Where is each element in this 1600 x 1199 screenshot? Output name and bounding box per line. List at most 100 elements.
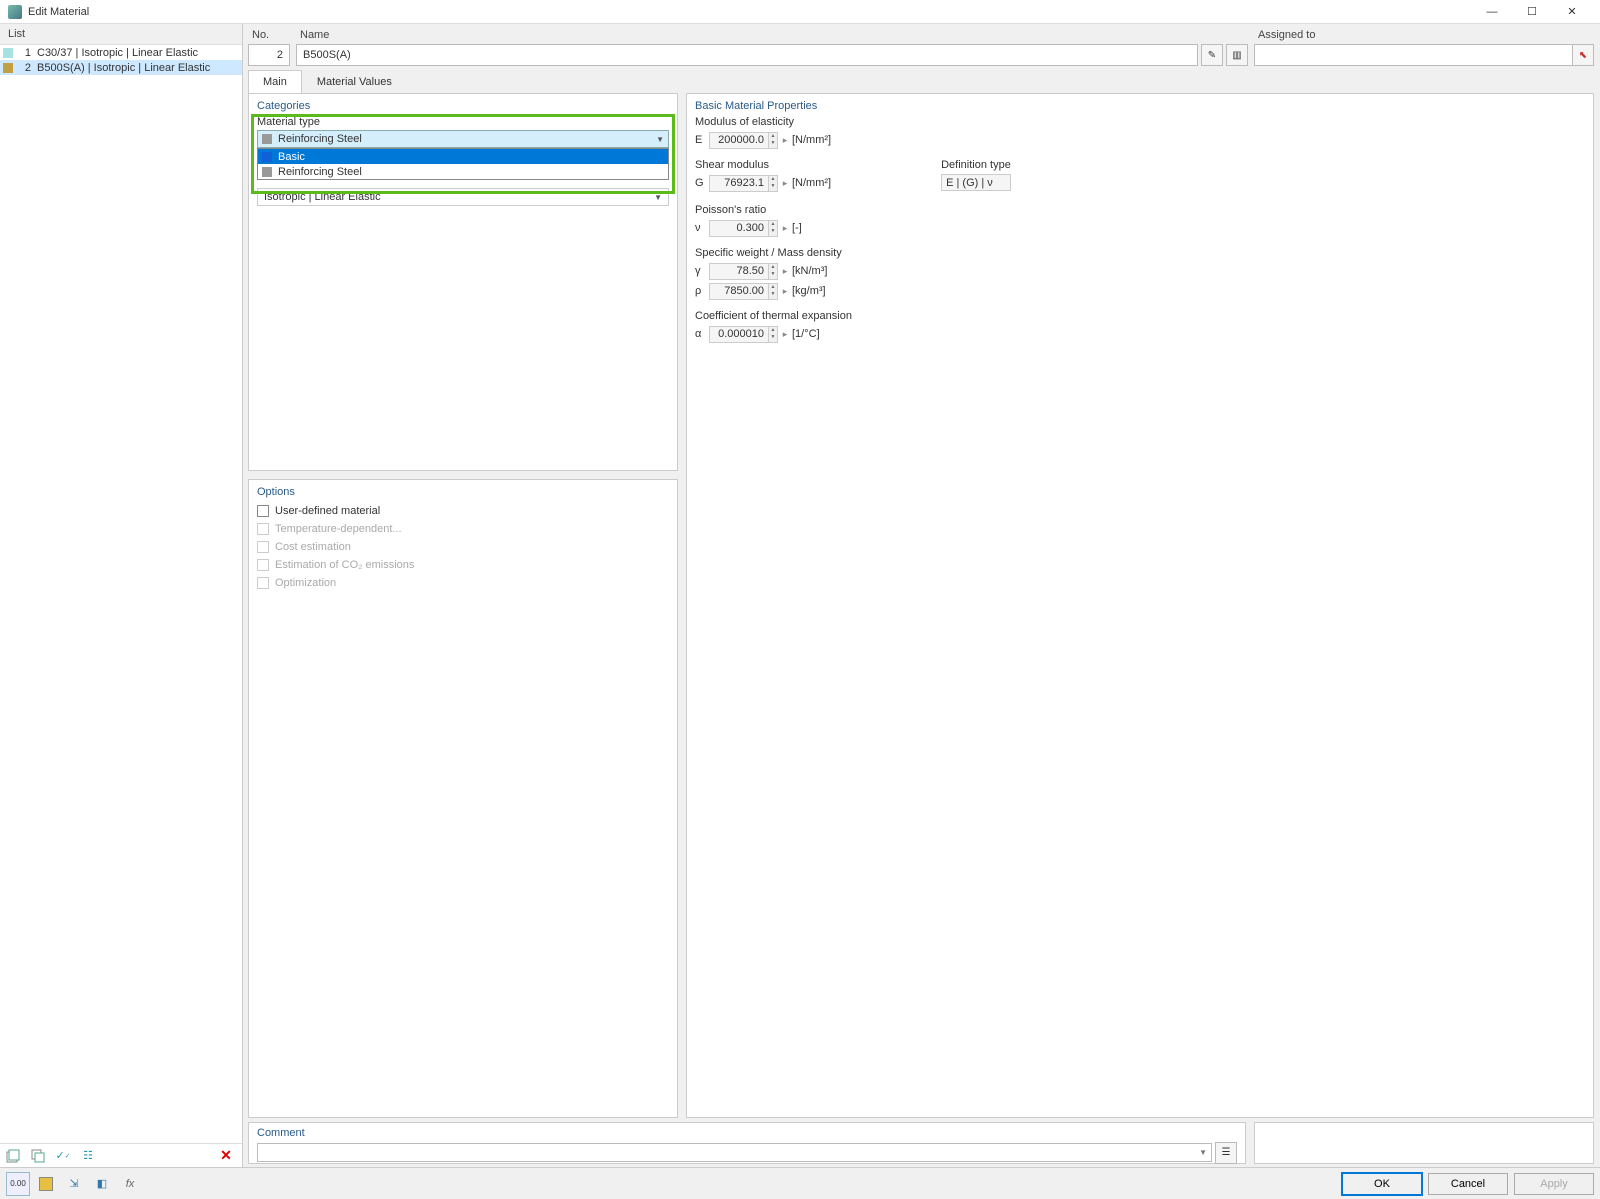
list-toolbar: ✓✓ ☷ ✕ — [0, 1143, 242, 1167]
combo-value: Reinforcing Steel — [278, 133, 656, 145]
spinner[interactable]: ▲▼ — [769, 175, 778, 192]
thermal-input[interactable]: 0.000010 — [709, 326, 769, 343]
arrow-icon[interactable]: ▸ — [780, 266, 790, 277]
poisson-unit: [-] — [792, 222, 802, 234]
weight-input[interactable]: 78.50 — [709, 263, 769, 280]
modulus-unit: [N/mm²] — [792, 134, 831, 146]
right-panel: No. 2 Name B500S(A) ✎ ▥ Assigned to ⬉ — [243, 24, 1600, 1167]
density-symbol: ρ — [695, 285, 709, 297]
tab-material-values[interactable]: Material Values — [302, 70, 407, 93]
option-label: Estimation of CO₂ emissions — [275, 559, 414, 571]
spinner[interactable]: ▲▼ — [769, 132, 778, 149]
tool3-icon[interactable]: ⇲ — [62, 1172, 86, 1196]
comment-input[interactable]: ▼ — [257, 1143, 1212, 1162]
list-item[interactable]: 1 C30/37 | Isotropic | Linear Elastic — [0, 45, 242, 60]
material-model-value: Isotropic | Linear Elastic — [264, 191, 654, 203]
material-list: 1 C30/37 | Isotropic | Linear Elastic 2 … — [0, 45, 242, 1143]
checkbox — [257, 523, 269, 535]
option-label: Cost estimation — [275, 541, 351, 553]
library-icon[interactable]: ▥ — [1226, 44, 1248, 66]
cancel-button[interactable]: Cancel — [1428, 1173, 1508, 1195]
shear-unit: [N/mm²] — [792, 177, 831, 189]
arrow-icon[interactable]: ▸ — [780, 329, 790, 340]
checkbox[interactable] — [257, 505, 269, 517]
list-item[interactable]: 2 B500S(A) | Isotropic | Linear Elastic — [0, 60, 242, 75]
app-icon — [8, 5, 22, 19]
tab-main[interactable]: Main — [248, 70, 302, 93]
combo-option[interactable]: Basic — [258, 149, 668, 164]
def-type-value[interactable]: E | (G) | ν — [941, 174, 1011, 191]
option-user-defined[interactable]: User-defined material — [257, 502, 669, 520]
spinner[interactable]: ▲▼ — [769, 220, 778, 237]
material-type-combo[interactable]: Reinforcing Steel ▼ Basic Reinforcing St… — [257, 130, 669, 148]
pick-icon[interactable]: ⬉ — [1572, 44, 1594, 66]
name-input[interactable]: B500S(A) — [296, 44, 1198, 66]
tool4-icon[interactable]: ◧ — [90, 1172, 114, 1196]
close-button[interactable]: ✕ — [1552, 0, 1592, 24]
options-panel: Options User-defined material Temperatur… — [248, 479, 678, 1118]
color-icon[interactable] — [34, 1172, 58, 1196]
option-label: Basic — [278, 151, 305, 163]
arrow-icon[interactable]: ▸ — [780, 223, 790, 234]
list-num: 1 — [17, 47, 31, 59]
arrow-icon[interactable]: ▸ — [780, 286, 790, 297]
thermal-unit: [1/°C] — [792, 328, 820, 340]
categories-title: Categories — [257, 100, 669, 112]
poisson-symbol: ν — [695, 222, 709, 234]
option-cost: Cost estimation — [257, 538, 669, 556]
titlebar: Edit Material — ☐ ✕ — [0, 0, 1600, 24]
poisson-input[interactable]: 0.300 — [709, 220, 769, 237]
check-all-icon[interactable]: ✓✓ — [52, 1145, 74, 1167]
function-icon[interactable]: fx — [118, 1172, 142, 1196]
comment-extra-icon[interactable]: ☰ — [1215, 1142, 1237, 1164]
arrow-icon[interactable]: ▸ — [780, 178, 790, 189]
shear-symbol: G — [695, 177, 709, 189]
no-label: No. — [248, 27, 290, 44]
list-header: List — [0, 24, 242, 45]
checkbox — [257, 541, 269, 553]
material-model-combo[interactable]: Isotropic | Linear Elastic ▼ — [257, 188, 669, 206]
name-label: Name — [296, 27, 1248, 44]
checkbox — [257, 577, 269, 589]
units-icon[interactable]: 0.00 — [6, 1172, 30, 1196]
copy-icon[interactable] — [27, 1145, 49, 1167]
tree-icon[interactable]: ☷ — [77, 1145, 99, 1167]
edit-name-icon[interactable]: ✎ — [1201, 44, 1223, 66]
shear-input[interactable]: 76923.1 — [709, 175, 769, 192]
option-label: Reinforcing Steel — [278, 166, 362, 178]
bottombar: 0.00 ⇲ ◧ fx OK Cancel Apply — [0, 1167, 1600, 1199]
arrow-icon[interactable]: ▸ — [780, 135, 790, 146]
options-title: Options — [257, 486, 669, 498]
chevron-down-icon: ▼ — [1199, 1148, 1207, 1157]
poisson-label: Poisson's ratio — [695, 204, 1585, 216]
thermal-label: Coefficient of thermal expansion — [695, 310, 1585, 322]
spinner[interactable]: ▲▼ — [769, 283, 778, 300]
spinner[interactable]: ▲▼ — [769, 263, 778, 280]
apply-button: Apply — [1514, 1173, 1594, 1195]
weight-unit: [kN/m³] — [792, 265, 827, 277]
spinner[interactable]: ▲▼ — [769, 326, 778, 343]
new-icon[interactable] — [2, 1145, 24, 1167]
def-type-label: Definition type — [941, 159, 1011, 171]
minimize-button[interactable]: — — [1472, 0, 1512, 24]
ok-button[interactable]: OK — [1342, 1173, 1422, 1195]
categories-panel: Categories Material type Reinforcing Ste… — [248, 93, 678, 471]
modulus-input[interactable]: 200000.0 — [709, 132, 769, 149]
no-input[interactable]: 2 — [248, 44, 290, 66]
comment-panel: Comment ▼ ☰ — [248, 1122, 1246, 1164]
color-swatch — [262, 167, 272, 177]
option-co2: Estimation of CO₂ emissions — [257, 556, 669, 574]
option-label: User-defined material — [275, 505, 380, 517]
combo-option[interactable]: Reinforcing Steel — [258, 164, 668, 179]
assigned-input[interactable] — [1254, 44, 1573, 66]
list-label: C30/37 | Isotropic | Linear Elastic — [37, 47, 239, 59]
checkbox — [257, 559, 269, 571]
maximize-button[interactable]: ☐ — [1512, 0, 1552, 24]
weight-symbol: γ — [695, 265, 709, 277]
tabs: Main Material Values — [248, 70, 1594, 93]
left-panel: List 1 C30/37 | Isotropic | Linear Elast… — [0, 24, 243, 1167]
density-input[interactable]: 7850.00 — [709, 283, 769, 300]
delete-icon[interactable]: ✕ — [215, 1145, 237, 1167]
modulus-symbol: E — [695, 134, 709, 146]
color-swatch — [262, 134, 272, 144]
